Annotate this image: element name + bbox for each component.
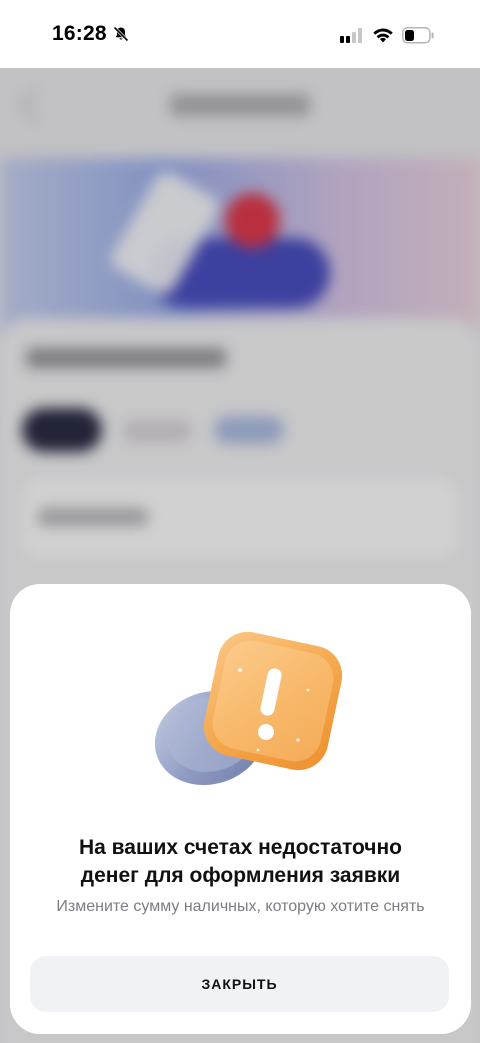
signal-icon — [340, 28, 362, 43]
warning-coin-icon — [154, 631, 343, 786]
dialog-title-line: денег для оформления заявки — [80, 864, 401, 887]
status-time: 16:28 — [52, 22, 107, 45]
status-bar: 16:28 — [0, 0, 480, 68]
dialog-title: На ваших счетах недостаточно денег для о… — [10, 834, 471, 890]
bell-slash-icon — [113, 26, 129, 42]
wifi-icon — [373, 28, 393, 43]
dialog-subtitle: Измените сумму наличных, которую хотите … — [56, 898, 425, 915]
close-button[interactable]: ЗАКРЫТЬ — [30, 956, 449, 1012]
battery-icon — [402, 27, 434, 44]
insufficient-funds-dialog: На ваших счетах недостаточно денег для о… — [10, 584, 471, 1034]
dialog-title-line: На ваших счетах недостаточно — [78, 836, 403, 859]
